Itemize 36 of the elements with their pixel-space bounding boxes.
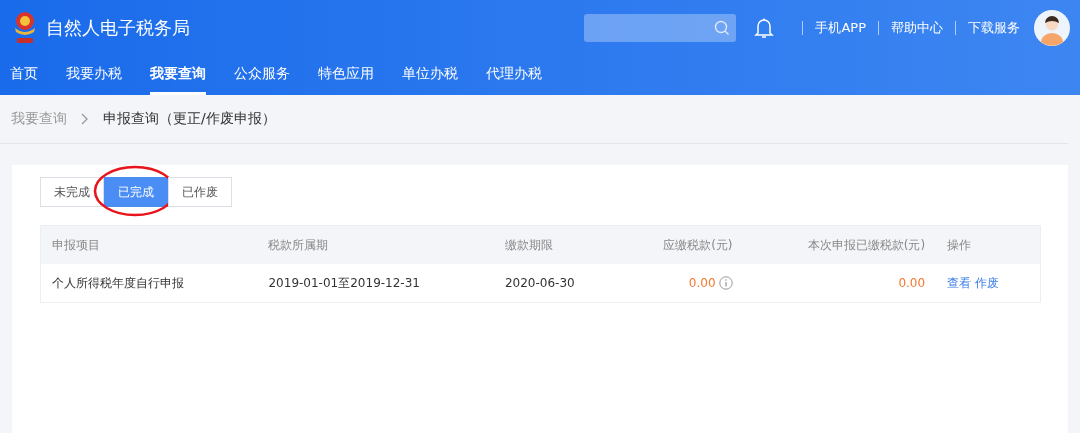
status-tab[interactable]: 已完成 xyxy=(104,177,168,207)
nav-tab[interactable]: 我要办税 xyxy=(66,55,122,95)
table-cell: 0.00 xyxy=(743,264,937,303)
breadcrumb-item[interactable]: 我要查询 xyxy=(11,110,67,128)
action-link[interactable]: 作废 xyxy=(975,275,1000,290)
bell-icon[interactable] xyxy=(754,16,775,39)
column-header: 申报项目 xyxy=(40,225,258,264)
breadcrumb-item: 申报查询（更正/作废申报） xyxy=(103,110,276,128)
avatar-icon[interactable] xyxy=(1034,9,1070,46)
status-tab[interactable]: 未完成 xyxy=(40,177,104,207)
table-cell: 个人所得税年度自行申报 xyxy=(40,264,258,303)
nav-tab[interactable]: 公众服务 xyxy=(234,55,290,95)
emblem-icon xyxy=(12,9,38,46)
nav-tab[interactable]: 首页 xyxy=(10,55,38,95)
column-header: 缴款期限 xyxy=(493,225,619,264)
table-cell: 2019-01-01至2019-12-31 xyxy=(257,264,494,303)
site-title: 自然人电子税务局 xyxy=(46,15,190,40)
column-header: 本次申报已缴税款(元) xyxy=(743,225,937,264)
search-field[interactable] xyxy=(584,13,737,42)
column-header: 应缴税款(元) xyxy=(618,225,744,264)
header-link[interactable]: 帮助中心 xyxy=(891,18,943,37)
nav-tab[interactable]: 特色应用 xyxy=(318,55,374,95)
column-header: 操作 xyxy=(936,225,1041,264)
info-icon[interactable] xyxy=(718,276,733,290)
amount-text: 0.00 xyxy=(688,276,716,290)
table-cell: 2020-06-30 xyxy=(493,264,619,303)
nav-tab[interactable]: 我要查询 xyxy=(150,55,206,95)
chevron-icon xyxy=(81,113,89,125)
nav-tab[interactable]: 代理办税 xyxy=(486,55,542,95)
column-header: 税款所属期 xyxy=(257,225,494,264)
header-link[interactable]: 下载服务 xyxy=(968,18,1020,37)
nav-tab[interactable]: 单位办税 xyxy=(402,55,458,95)
action-link[interactable]: 查看 xyxy=(947,275,972,290)
status-tab[interactable]: 已作废 xyxy=(168,177,232,207)
search-icon[interactable] xyxy=(714,19,731,36)
header-link[interactable]: 手机APP xyxy=(815,18,866,37)
